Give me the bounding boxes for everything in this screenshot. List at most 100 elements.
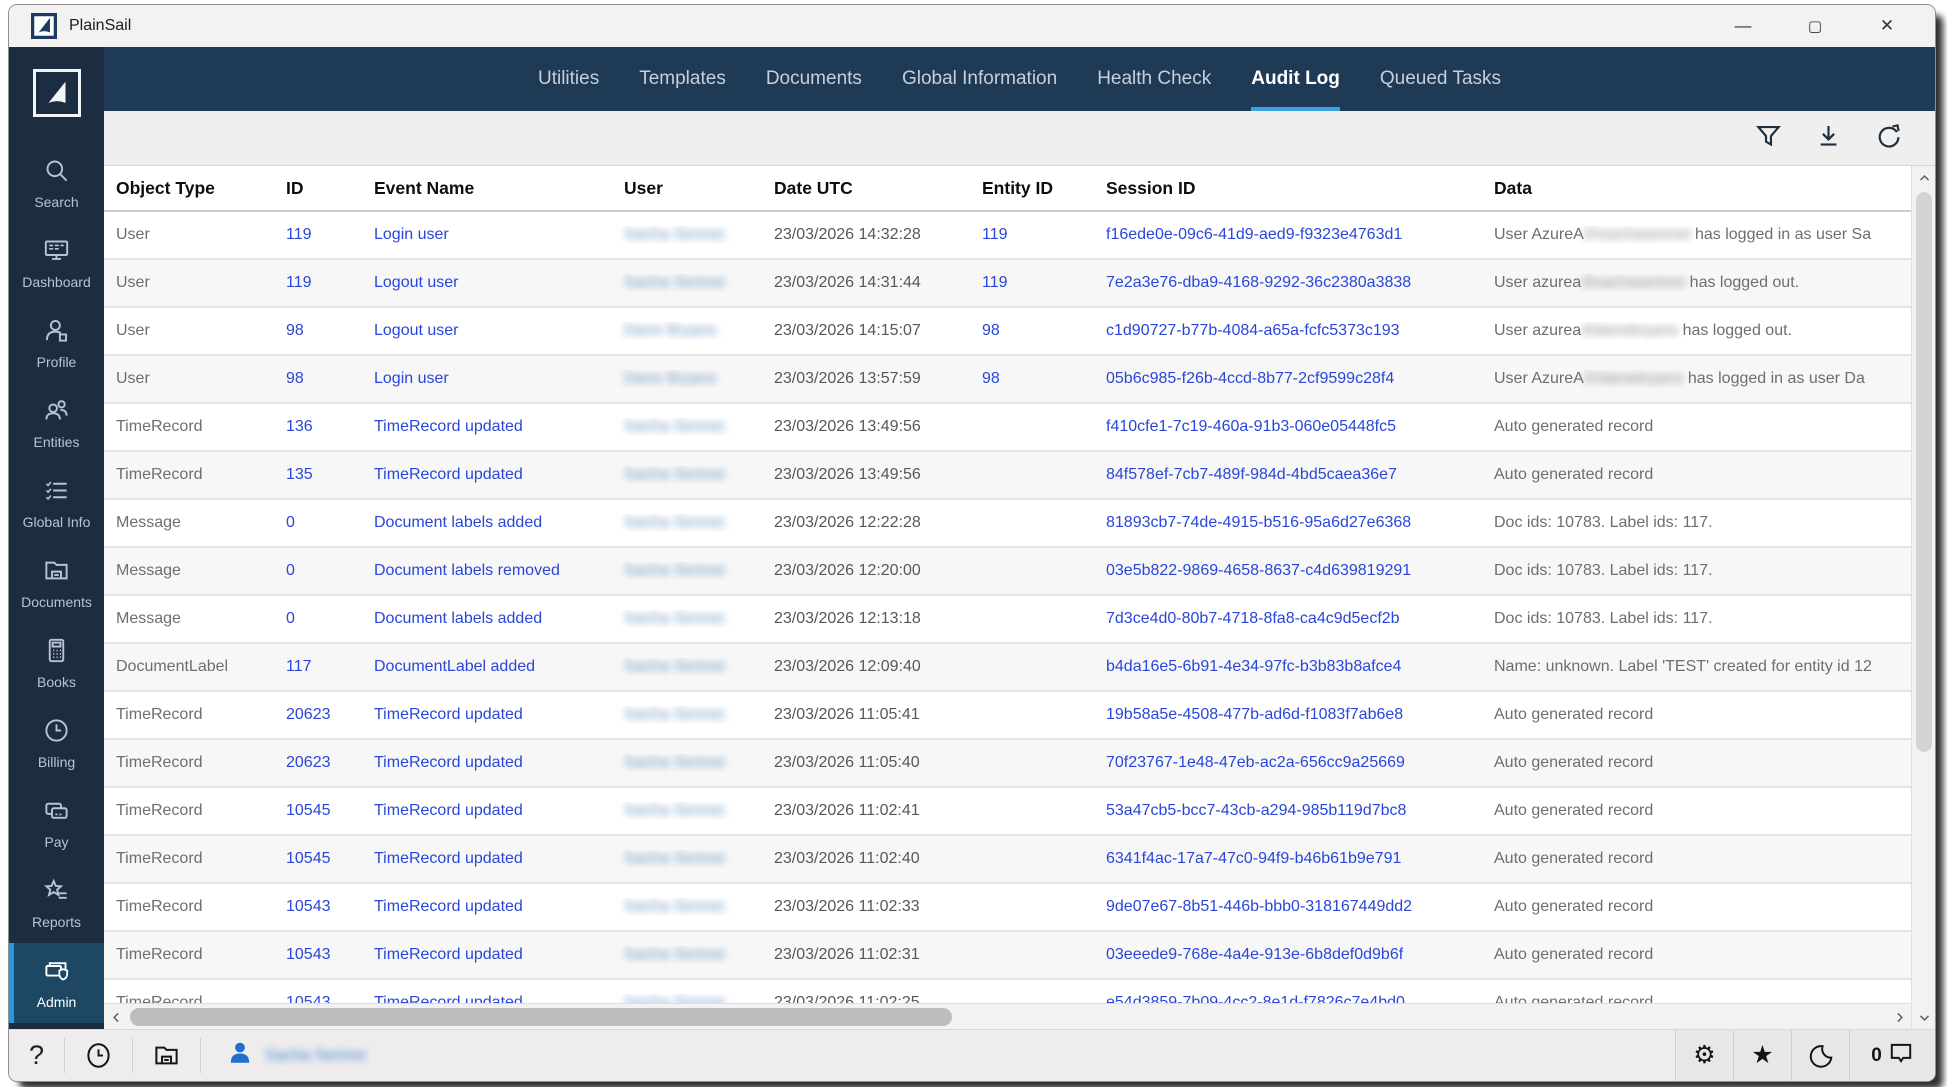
cell-session-id-link[interactable]: 7d3ce4d0-80b7-4718-8fa8-ca4c9d5ecf2b [1094, 610, 1482, 628]
cell-id-link[interactable]: 135 [274, 466, 362, 484]
table-row[interactable]: TimeRecord10545TimeRecord updatedSacha S… [104, 836, 1911, 884]
cell-event-name-link[interactable]: DocumentLabel added [362, 658, 612, 676]
cell-event-name-link[interactable]: Document labels added [362, 514, 612, 532]
table-row[interactable]: Message0Document labels addedSacha Serin… [104, 596, 1911, 644]
table-row[interactable]: TimeRecord10545TimeRecord updatedSacha S… [104, 788, 1911, 836]
cell-event-name-link[interactable]: Logout user [362, 274, 612, 292]
table-row[interactable]: TimeRecord20623TimeRecord updatedSacha S… [104, 740, 1911, 788]
tab-documents[interactable]: Documents [766, 47, 862, 111]
sidebar-item-documents[interactable]: Documents [9, 543, 104, 623]
tab-utilities[interactable]: Utilities [538, 47, 599, 111]
cell-id-link[interactable]: 117 [274, 658, 362, 676]
cell-session-id-link[interactable]: 70f23767-1e48-47eb-ac2a-656cc9a25669 [1094, 754, 1482, 772]
cell-entity-id-link[interactable]: 98 [970, 322, 1094, 340]
cell-id-link[interactable]: 119 [274, 226, 362, 244]
cell-session-id-link[interactable]: 03e5b822-9869-4658-8637-c4d639819291 [1094, 562, 1482, 580]
column-header-data[interactable]: Data [1482, 178, 1911, 199]
column-header-date-utc[interactable]: Date UTC [762, 178, 970, 199]
cell-session-id-link[interactable]: f410cfe1-7c19-460a-91b3-060e05448fc5 [1094, 418, 1482, 436]
cell-event-name-link[interactable]: Login user [362, 370, 612, 388]
close-button[interactable]: ✕ [1851, 5, 1923, 47]
file-drawer-icon[interactable] [133, 1030, 200, 1081]
cell-event-name-link[interactable]: TimeRecord updated [362, 466, 612, 484]
vertical-scrollbar[interactable] [1911, 166, 1935, 1029]
cell-session-id-link[interactable]: 81893cb7-74de-4915-b516-95a6d27e6368 [1094, 514, 1482, 532]
table-row[interactable]: DocumentLabel117DocumentLabel addedSacha… [104, 644, 1911, 692]
cell-session-id-link[interactable]: 7e2a3e76-dba9-4168-9292-36c2380a3838 [1094, 274, 1482, 292]
cell-event-name-link[interactable]: TimeRecord updated [362, 418, 612, 436]
table-row[interactable]: TimeRecord20623TimeRecord updatedSacha S… [104, 692, 1911, 740]
cell-session-id-link[interactable]: 53a47cb5-bcc7-43cb-a294-985b119d7bc8 [1094, 802, 1482, 820]
table-row[interactable]: Message0Document labels removedSacha Ser… [104, 548, 1911, 596]
cell-entity-id-link[interactable]: 119 [970, 274, 1094, 292]
cell-session-id-link[interactable]: e54d3859-7b09-4cc2-8e1d-f7826c7e4bd0 [1094, 994, 1482, 1003]
sidebar-item-profile[interactable]: Profile [9, 303, 104, 383]
cell-session-id-link[interactable]: 6341f4ac-17a7-47c0-94f9-b46b61b9e791 [1094, 850, 1482, 868]
cell-entity-id-link[interactable]: 98 [970, 370, 1094, 388]
cell-event-name-link[interactable]: Login user [362, 226, 612, 244]
cell-event-name-link[interactable]: TimeRecord updated [362, 706, 612, 724]
cell-id-link[interactable]: 0 [274, 610, 362, 628]
cell-id-link[interactable]: 98 [274, 370, 362, 388]
horizontal-scrollbar-thumb[interactable] [130, 1008, 952, 1026]
cell-session-id-link[interactable]: 9de07e67-8b51-446b-bbb0-318167449dd2 [1094, 898, 1482, 916]
cell-event-name-link[interactable]: TimeRecord updated [362, 802, 612, 820]
column-header-user[interactable]: User [612, 178, 762, 199]
refresh-button[interactable] [1873, 123, 1903, 153]
sidebar-item-entities[interactable]: Entities [9, 383, 104, 463]
download-button[interactable] [1813, 123, 1843, 153]
favorites-star-icon[interactable]: ★ [1733, 1030, 1791, 1081]
comments-counter[interactable]: 0 [1849, 1030, 1935, 1081]
cell-event-name-link[interactable]: TimeRecord updated [362, 850, 612, 868]
tab-audit-log[interactable]: Audit Log [1251, 47, 1340, 111]
column-header-event-name[interactable]: Event Name [362, 178, 612, 199]
cell-id-link[interactable]: 98 [274, 322, 362, 340]
table-row[interactable]: User98Logout userDane Bryans23/03/2026 1… [104, 308, 1911, 356]
cell-event-name-link[interactable]: TimeRecord updated [362, 946, 612, 964]
cell-session-id-link[interactable]: 19b58a5e-4508-477b-ad6d-f1083f7ab6e8 [1094, 706, 1482, 724]
table-row[interactable]: TimeRecord135TimeRecord updatedSacha Ser… [104, 452, 1911, 500]
cell-id-link[interactable]: 20623 [274, 706, 362, 724]
sidebar-item-global-info[interactable]: Global Info [9, 463, 104, 543]
column-header-id[interactable]: ID [274, 178, 362, 199]
dark-mode-moon-icon[interactable] [1791, 1030, 1849, 1081]
cell-event-name-link[interactable]: Document labels added [362, 610, 612, 628]
table-row[interactable]: TimeRecord136TimeRecord updatedSacha Ser… [104, 404, 1911, 452]
maximize-button[interactable]: ▢ [1779, 5, 1851, 47]
tab-health-check[interactable]: Health Check [1097, 47, 1211, 111]
sidebar-item-dashboard[interactable]: Dashboard [9, 223, 104, 303]
cell-event-name-link[interactable]: TimeRecord updated [362, 754, 612, 772]
sidebar-item-pay[interactable]: Pay [9, 783, 104, 863]
settings-gear-icon[interactable]: ⚙ [1675, 1030, 1733, 1081]
table-row[interactable]: Message0Document labels addedSacha Serin… [104, 500, 1911, 548]
scroll-up-icon[interactable] [1912, 166, 1936, 190]
help-icon[interactable]: ? [9, 1030, 64, 1081]
sidebar-item-reports[interactable]: Reports [9, 863, 104, 943]
cell-session-id-link[interactable]: c1d90727-b77b-4084-a65a-fcfc5373c193 [1094, 322, 1482, 340]
scroll-right-icon[interactable] [1887, 1004, 1911, 1030]
cell-id-link[interactable]: 10543 [274, 946, 362, 964]
cell-event-name-link[interactable]: TimeRecord updated [362, 898, 612, 916]
cell-session-id-link[interactable]: 84f578ef-7cb7-489f-984d-4bd5caea36e7 [1094, 466, 1482, 484]
cell-id-link[interactable]: 0 [274, 514, 362, 532]
history-clock-icon[interactable] [65, 1030, 132, 1081]
scroll-down-icon[interactable] [1912, 1005, 1936, 1029]
cell-session-id-link[interactable]: 03eeede9-768e-4a4e-913e-6b8def0d9b6f [1094, 946, 1482, 964]
scroll-left-icon[interactable] [104, 1004, 128, 1030]
tab-templates[interactable]: Templates [639, 47, 726, 111]
table-row[interactable]: TimeRecord10543TimeRecord updatedSacha S… [104, 980, 1911, 1003]
cell-id-link[interactable]: 20623 [274, 754, 362, 772]
table-row[interactable]: User119Login userSacha Serinet23/03/2026… [104, 212, 1911, 260]
cell-event-name-link[interactable]: Logout user [362, 322, 612, 340]
sidebar-item-admin[interactable]: Admin [9, 943, 104, 1023]
column-header-object-type[interactable]: Object Type [104, 178, 274, 199]
cell-session-id-link[interactable]: f16ede0e-09c6-41d9-aed9-f9323e4763d1 [1094, 226, 1482, 244]
table-row[interactable]: User98Login userDane Bryans23/03/2026 13… [104, 356, 1911, 404]
cell-id-link[interactable]: 10545 [274, 850, 362, 868]
cell-session-id-link[interactable]: 05b6c985-f26b-4ccd-8b77-2cf9599c28f4 [1094, 370, 1482, 388]
column-header-entity-id[interactable]: Entity ID [970, 178, 1094, 199]
filter-button[interactable] [1753, 123, 1783, 153]
vertical-scrollbar-thumb[interactable] [1916, 192, 1932, 752]
cell-id-link[interactable]: 10545 [274, 802, 362, 820]
horizontal-scrollbar[interactable] [104, 1003, 1911, 1029]
